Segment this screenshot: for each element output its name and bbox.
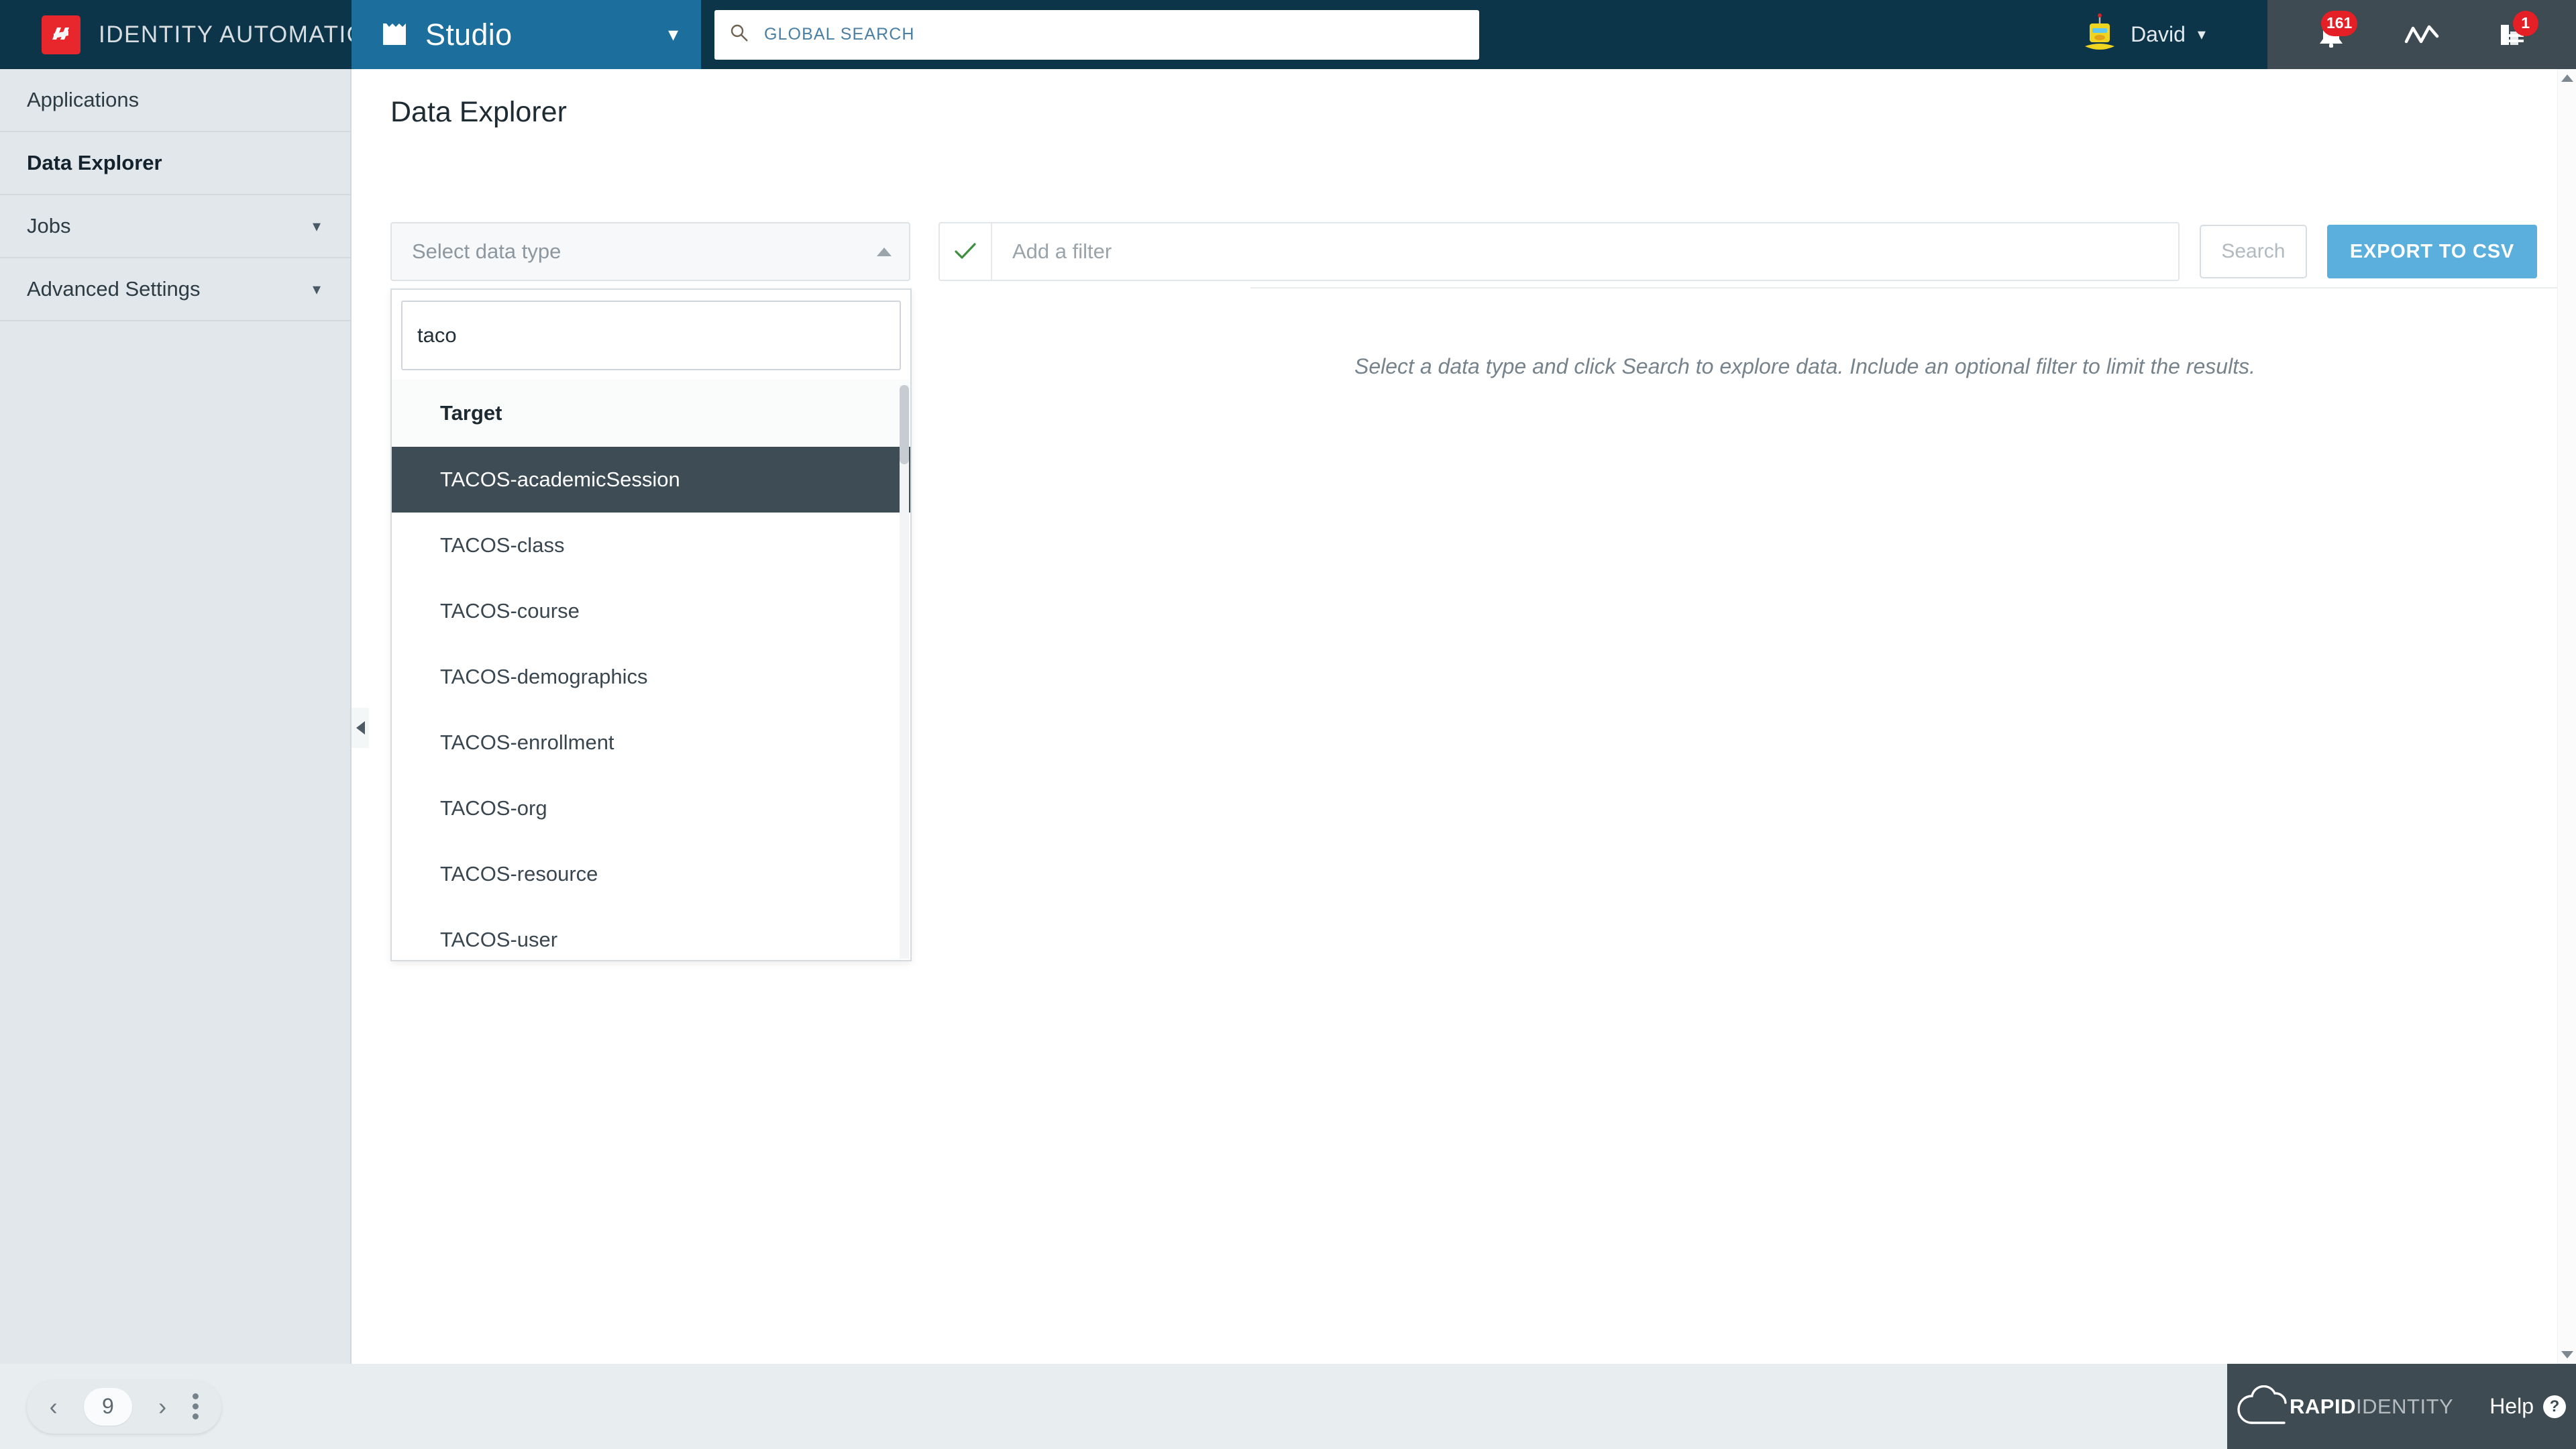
- dropdown-group-header: Target: [392, 380, 910, 447]
- top-header-bar: IDENTITY AUTOMATION Studio ▾ GLOBAL SEAR…: [0, 0, 2576, 69]
- scroll-up-icon[interactable]: [2561, 74, 2573, 82]
- collapse-left-icon: [356, 721, 365, 735]
- sidebar-item-data-explorer[interactable]: Data Explorer: [0, 132, 350, 195]
- user-menu[interactable]: David ▾: [2019, 0, 2267, 69]
- sidebar-item-advanced-settings[interactable]: Advanced Settings ▾: [0, 258, 350, 321]
- page-title: Data Explorer: [390, 96, 567, 128]
- data-type-dropdown-panel: Target TACOS-academicSession TACOS-class…: [390, 288, 912, 961]
- dropdown-option-tacos-resource[interactable]: TACOS-resource: [392, 841, 910, 907]
- logo-light-text: IDENTITY: [2355, 1394, 2454, 1418]
- dropdown-search-input[interactable]: [401, 301, 901, 370]
- content-divider: [1250, 287, 2571, 288]
- chevron-down-icon: ▾: [312, 217, 321, 235]
- dropdown-option-label: TACOS-demographics: [440, 665, 648, 688]
- left-sidebar: Applications Data Explorer Jobs ▾ Advanc…: [0, 69, 352, 1364]
- data-type-placeholder: Select data type: [412, 239, 561, 263]
- controls-row: Select data type Add a filter Search EXP…: [390, 222, 2537, 281]
- reports-bar-icon[interactable]: 1: [2489, 10, 2538, 55]
- dropdown-scrollbar[interactable]: [900, 385, 909, 959]
- chevron-down-icon: ▾: [312, 280, 321, 299]
- dropdown-option-tacos-org[interactable]: TACOS-org: [392, 775, 910, 841]
- caret-up-icon: [877, 247, 892, 256]
- search-icon: [729, 23, 749, 46]
- chevron-right-icon[interactable]: ›: [158, 1394, 166, 1419]
- search-button[interactable]: Search: [2199, 225, 2307, 278]
- question-mark-icon: ?: [2543, 1395, 2566, 1418]
- sidebar-item-label: Jobs: [27, 214, 71, 237]
- dropdown-option-label: TACOS-user: [440, 928, 558, 951]
- dropdown-option-label: TACOS-academicSession: [440, 468, 680, 491]
- export-to-csv-button[interactable]: EXPORT TO CSV: [2326, 225, 2537, 278]
- bell-icon[interactable]: 161: [2308, 10, 2358, 55]
- brand-name: IDENTITY AUTOMATION: [99, 21, 384, 48]
- dropdown-option-tacos-course[interactable]: TACOS-course: [392, 578, 910, 644]
- global-search-input[interactable]: GLOBAL SEARCH: [714, 9, 1479, 60]
- chevron-down-icon[interactable]: ▾: [2198, 25, 2206, 44]
- dropdown-option-label: TACOS-class: [440, 533, 565, 557]
- empty-state-message: Select a data type and click Search to e…: [1354, 354, 2255, 378]
- book-icon: [381, 18, 408, 51]
- page-navigation-pill: ‹ 9 ›: [27, 1379, 221, 1434]
- dropdown-option-tacos-enrollment[interactable]: TACOS-enrollment: [392, 710, 910, 775]
- identity-automation-logo-icon: [42, 15, 80, 54]
- help-link[interactable]: Help ?: [2489, 1394, 2566, 1419]
- studio-title: Studio: [425, 17, 513, 52]
- studio-app-switcher[interactable]: Studio ▾: [352, 0, 701, 69]
- global-search-placeholder: GLOBAL SEARCH: [764, 25, 915, 44]
- dropdown-option-tacos-demographics[interactable]: TACOS-demographics: [392, 644, 910, 710]
- data-type-select[interactable]: Select data type: [390, 222, 910, 281]
- cloud-icon: [2237, 1385, 2287, 1424]
- kebab-dot: [193, 1393, 199, 1399]
- bell-badge-count: 161: [2320, 10, 2358, 36]
- scroll-down-icon[interactable]: [2561, 1351, 2573, 1358]
- dropdown-option-label: TACOS-resource: [440, 862, 598, 885]
- sidebar-item-applications[interactable]: Applications: [0, 69, 350, 132]
- dropdown-option-label: TACOS-enrollment: [440, 731, 614, 754]
- dropdown-option-label: TACOS-org: [440, 796, 547, 820]
- reports-badge-count: 1: [2512, 10, 2538, 36]
- brand-block: IDENTITY AUTOMATION: [0, 0, 383, 69]
- main-content: Data Explorer Select data type Add a fil…: [353, 69, 2576, 1364]
- check-icon: [940, 223, 992, 280]
- dropdown-option-label: TACOS-course: [440, 599, 580, 623]
- sidebar-item-label: Applications: [27, 88, 140, 111]
- kebab-menu-icon[interactable]: [193, 1393, 199, 1419]
- rapididentity-logo: RAPIDIDENTITY: [2237, 1385, 2453, 1428]
- robot-avatar: [2085, 13, 2115, 50]
- sidebar-item-label: Data Explorer: [27, 151, 162, 174]
- sidebar-collapse-handle[interactable]: [352, 708, 369, 748]
- kebab-dot: [193, 1413, 199, 1419]
- filter-input-group[interactable]: Add a filter: [938, 222, 2180, 281]
- user-name: David: [2131, 22, 2186, 46]
- page-number-chip[interactable]: 9: [83, 1387, 132, 1426]
- dropdown-search-wrap: [392, 290, 910, 380]
- chevron-down-icon[interactable]: ▾: [668, 24, 678, 45]
- global-search-zone: GLOBAL SEARCH: [701, 0, 2019, 69]
- footer-branding: RAPIDIDENTITY Help ?: [2227, 1364, 2576, 1449]
- filter-placeholder: Add a filter: [1012, 239, 1112, 263]
- sidebar-item-jobs[interactable]: Jobs ▾: [0, 195, 350, 258]
- sidebar-item-label: Advanced Settings: [27, 277, 201, 301]
- bottom-bar: ‹ 9 › RAPIDIDENTITY Help ?: [0, 1364, 2576, 1449]
- activity-chart-icon[interactable]: [2398, 15, 2445, 55]
- header-icon-group: 161 1: [2267, 0, 2576, 69]
- dropdown-scrollbar-thumb[interactable]: [900, 385, 909, 464]
- kebab-dot: [193, 1403, 199, 1409]
- dropdown-option-tacos-user[interactable]: TACOS-user: [392, 907, 910, 973]
- logo-bold-text: RAPID: [2290, 1394, 2356, 1418]
- dropdown-option-tacos-academicsession[interactable]: TACOS-academicSession: [392, 447, 910, 513]
- main-scrollbar[interactable]: [2557, 69, 2576, 1364]
- chevron-left-icon[interactable]: ‹: [50, 1394, 58, 1419]
- dropdown-option-tacos-class[interactable]: TACOS-class: [392, 513, 910, 578]
- help-label: Help: [2489, 1394, 2534, 1418]
